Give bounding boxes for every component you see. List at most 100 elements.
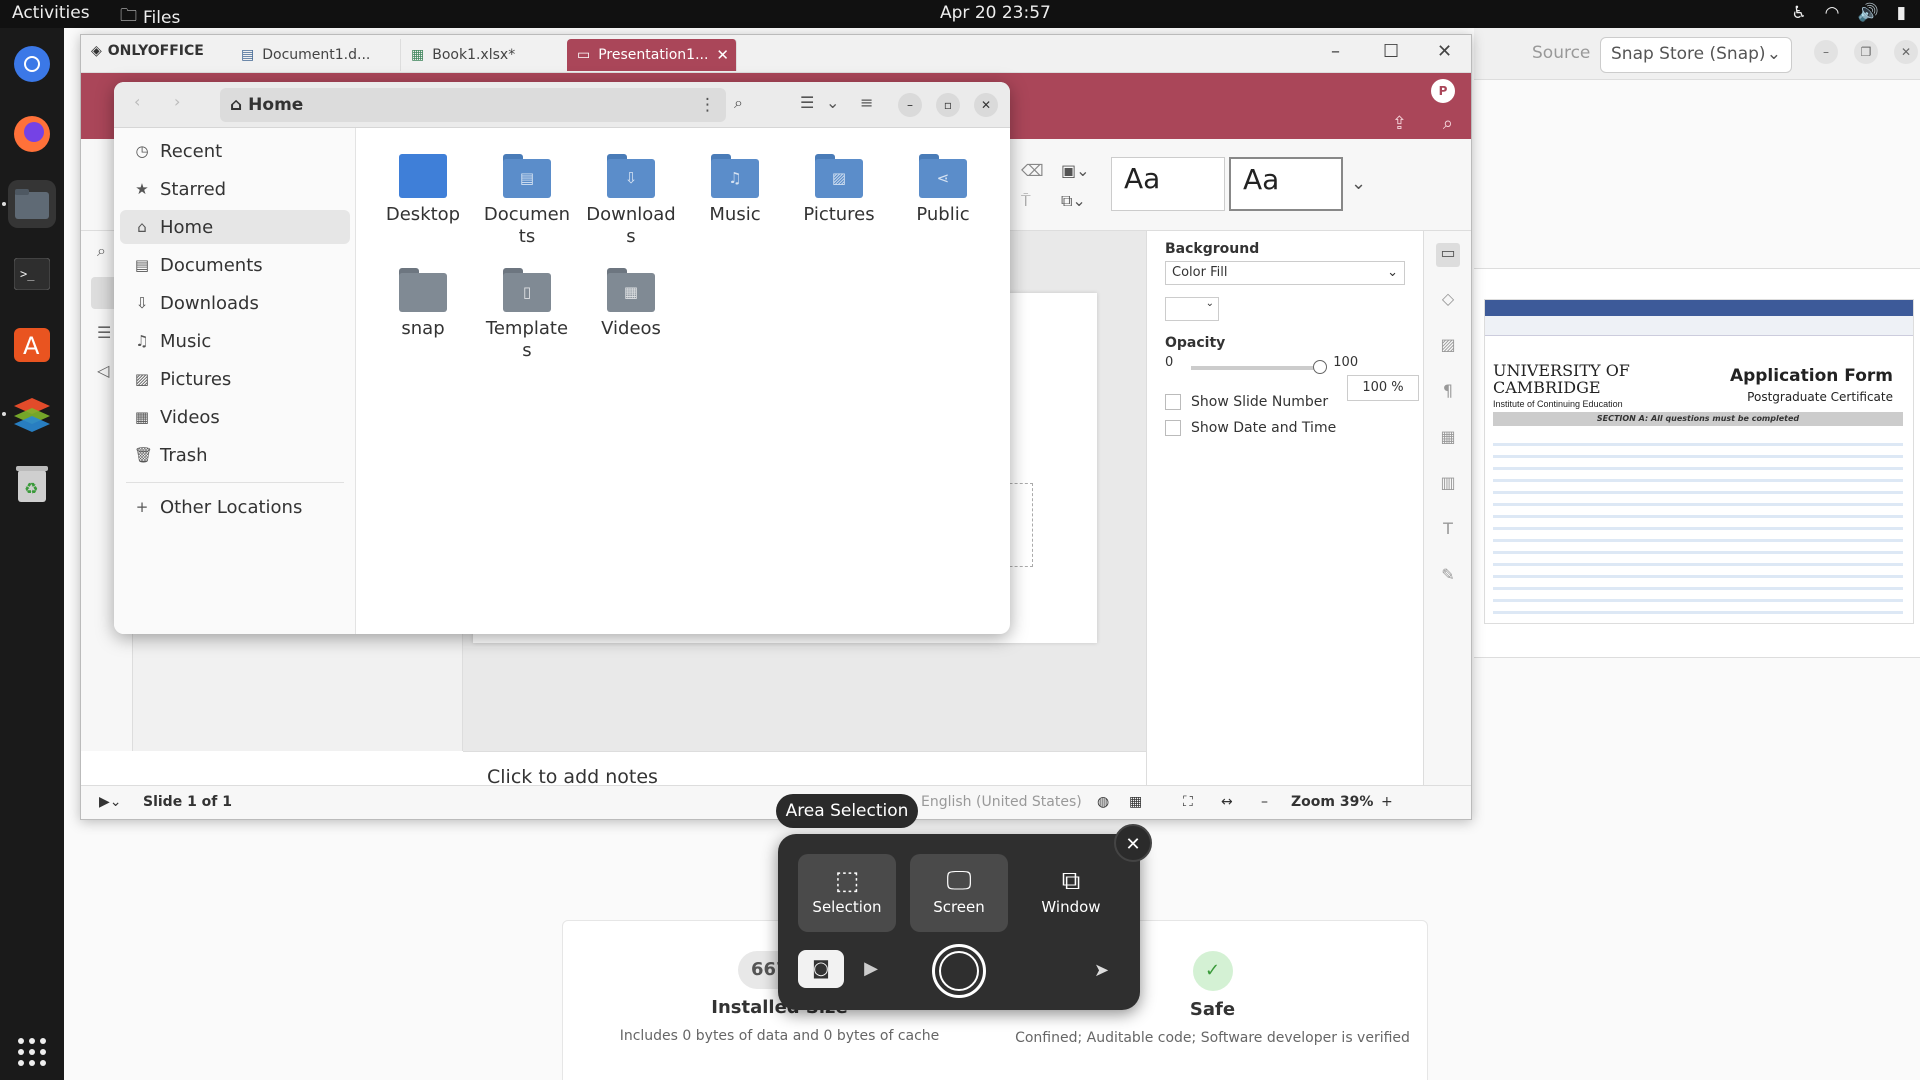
sidebar-item-documents[interactable]: ▤ Documents [120,248,350,282]
folder-videos[interactable]: ▦ Videos [579,268,683,340]
search-icon[interactable]: ⌕ [97,241,106,261]
sidebar-item-starred[interactable]: ★ Starred [120,172,350,206]
shape-settings-icon[interactable]: ◇ [1436,289,1460,313]
table-settings-icon[interactable]: ▦ [1436,427,1460,451]
path-bar[interactable]: ⌂ Home ⋮ [220,88,726,122]
language-select[interactable]: English (United States) [921,794,1082,810]
slider-handle[interactable] [1313,359,1328,374]
slideshow-button[interactable]: ▶⌄ [99,794,122,810]
slide-size-icon[interactable]: ▣⌄ [1061,161,1090,180]
spellcheck-icon[interactable]: ▦ [1129,794,1142,810]
text-art-icon[interactable]: T [1436,519,1460,543]
close-button[interactable]: ✕ [1894,40,1918,64]
show-apps-button[interactable] [8,1028,56,1076]
theme-option-1[interactable]: Aa [1111,157,1225,211]
user-avatar[interactable]: P [1431,79,1455,103]
theme-option-2[interactable]: Aa [1229,157,1343,211]
folder-public[interactable]: ⋖ Public [891,154,995,226]
close-tab-icon[interactable]: ✕ [716,46,729,64]
capture-button[interactable] [932,944,986,998]
show-date-time-checkbox[interactable]: Show Date and Time [1165,420,1405,436]
accessibility-icon[interactable]: ♿ [1791,3,1806,23]
maximize-button[interactable]: ❐ [1854,40,1878,64]
sidebar-item-videos[interactable]: ▦ Videos [120,400,350,434]
folder-desktop[interactable]: Desktop [371,154,475,226]
signature-icon[interactable]: ✎ [1436,565,1460,589]
color-picker[interactable]: ⌄ [1165,297,1219,321]
close-button[interactable]: ✕ [974,93,998,117]
sidebar-item-downloads[interactable]: ⇩ Downloads [120,286,350,320]
dock-trash[interactable]: ♻ [8,460,56,508]
opacity-slider[interactable] [1191,359,1328,374]
system-tray[interactable]: ♿ ◠ 🔊 ▮ [1791,3,1906,23]
folder-pictures[interactable]: ▨ Pictures [787,154,891,226]
minimize-button[interactable]: – [1814,40,1838,64]
fill-type-select[interactable]: Color Fill ⌄ [1165,261,1405,285]
minimize-button[interactable]: – [898,93,922,117]
speaker-icon[interactable]: ◁ [97,361,109,380]
main-menu-button[interactable]: ≡ [860,93,873,112]
fit-width-icon[interactable]: ↔ [1221,794,1233,810]
onlyoffice-home-button[interactable]: ◈ ONLYOFFICE [91,43,204,59]
checkbox[interactable] [1165,394,1181,410]
clock[interactable]: Apr 20 23:57 [940,3,1051,23]
screenshot-close-button[interactable]: ✕ [1114,824,1152,862]
zoom-out-icon[interactable]: – [1261,794,1268,810]
video-camera-icon[interactable]: ▶ [848,950,894,988]
dock-firefox[interactable] [8,110,56,158]
zoom-in-icon[interactable]: + [1381,794,1393,810]
tab-presentation[interactable]: ▭ Presentation1... ✕ [567,39,737,71]
dock-files[interactable] [8,180,56,228]
sidebar-item-pictures[interactable]: ▨ Pictures [120,362,350,396]
screenshot-preview[interactable]: UNIVERSITY OF CAMBRIDGE Institute of Con… [1474,268,1920,658]
fit-slide-icon[interactable]: ⛶ [1183,794,1193,810]
view-list-button[interactable]: ☰ [800,93,814,112]
open-location-icon[interactable]: ⇪ [1392,113,1407,134]
forward-button[interactable]: › [174,92,180,111]
screen-mode-button[interactable]: 🖵 Screen [910,854,1008,932]
maximize-button[interactable]: ▫ [936,93,960,117]
paragraph-settings-icon[interactable]: ¶ [1436,381,1460,405]
sidebar-item-home[interactable]: ⌂ Home [120,210,350,244]
dock-app-center[interactable]: A [8,320,56,368]
chart-settings-icon[interactable]: ▥ [1436,473,1460,497]
folder-snap[interactable]: snap [371,268,475,340]
folder-downloads[interactable]: ⇩ Download s [579,154,683,248]
format-painter-icon[interactable]: ⍑ [1021,191,1031,211]
dock-terminal[interactable]: >_ [8,250,56,298]
sidebar-item-music[interactable]: ♫ Music [120,324,350,358]
sidebar-item-other-locations[interactable]: + Other Locations [120,490,350,524]
eraser-icon[interactable]: ⌫ [1021,161,1044,180]
image-settings-icon[interactable]: ▨ [1436,335,1460,359]
checkbox[interactable] [1165,420,1181,436]
opacity-input[interactable]: 100 % [1347,375,1419,401]
folder-music[interactable]: ♫ Music [683,154,787,226]
sidebar-item-recent[interactable]: ◷ Recent [120,134,350,168]
selection-mode-button[interactable]: ⬚ Selection [798,854,896,932]
window-mode-button[interactable]: ⧉ Window [1022,854,1120,932]
search-icon[interactable]: ⌕ [1443,113,1453,134]
activities-button[interactable]: Activities [12,3,90,23]
tab-spreadsheet[interactable]: ▦ Book1.xlsx* [401,39,571,71]
comments-icon[interactable]: ☰ [97,323,111,342]
dock-chromium[interactable] [8,40,56,88]
globe-icon[interactable]: ◍ [1097,794,1109,810]
arrange-icon[interactable]: ⧉⌄ [1061,191,1086,211]
show-pointer-icon[interactable]: ➤ [1094,960,1109,981]
slide-settings-icon[interactable]: ▭ [1436,243,1460,267]
view-options-button[interactable]: ⌄ [826,93,839,112]
tab-document[interactable]: ▤ Document1.d... [231,39,401,71]
search-button[interactable]: ⌕ [734,93,743,113]
back-button[interactable]: ‹ [134,92,140,111]
maximize-button[interactable]: ☐ [1383,41,1399,62]
folder-templates[interactable]: ▯ Template s [475,268,579,362]
close-button[interactable]: ✕ [1437,41,1452,62]
folder-documents[interactable]: ▤ Documen ts [475,154,579,248]
dock-onlyoffice[interactable] [8,390,56,438]
sidebar-item-trash[interactable]: 🗑 Trash [120,438,350,472]
camera-icon[interactable]: ◙ [798,950,844,988]
more-options-icon[interactable]: ⋮ [699,95,716,115]
minimize-button[interactable]: – [1331,41,1340,62]
source-dropdown[interactable]: Snap Store (Snap) ⌄ [1600,37,1792,73]
chevron-down-icon[interactable]: ⌄ [1351,173,1366,194]
